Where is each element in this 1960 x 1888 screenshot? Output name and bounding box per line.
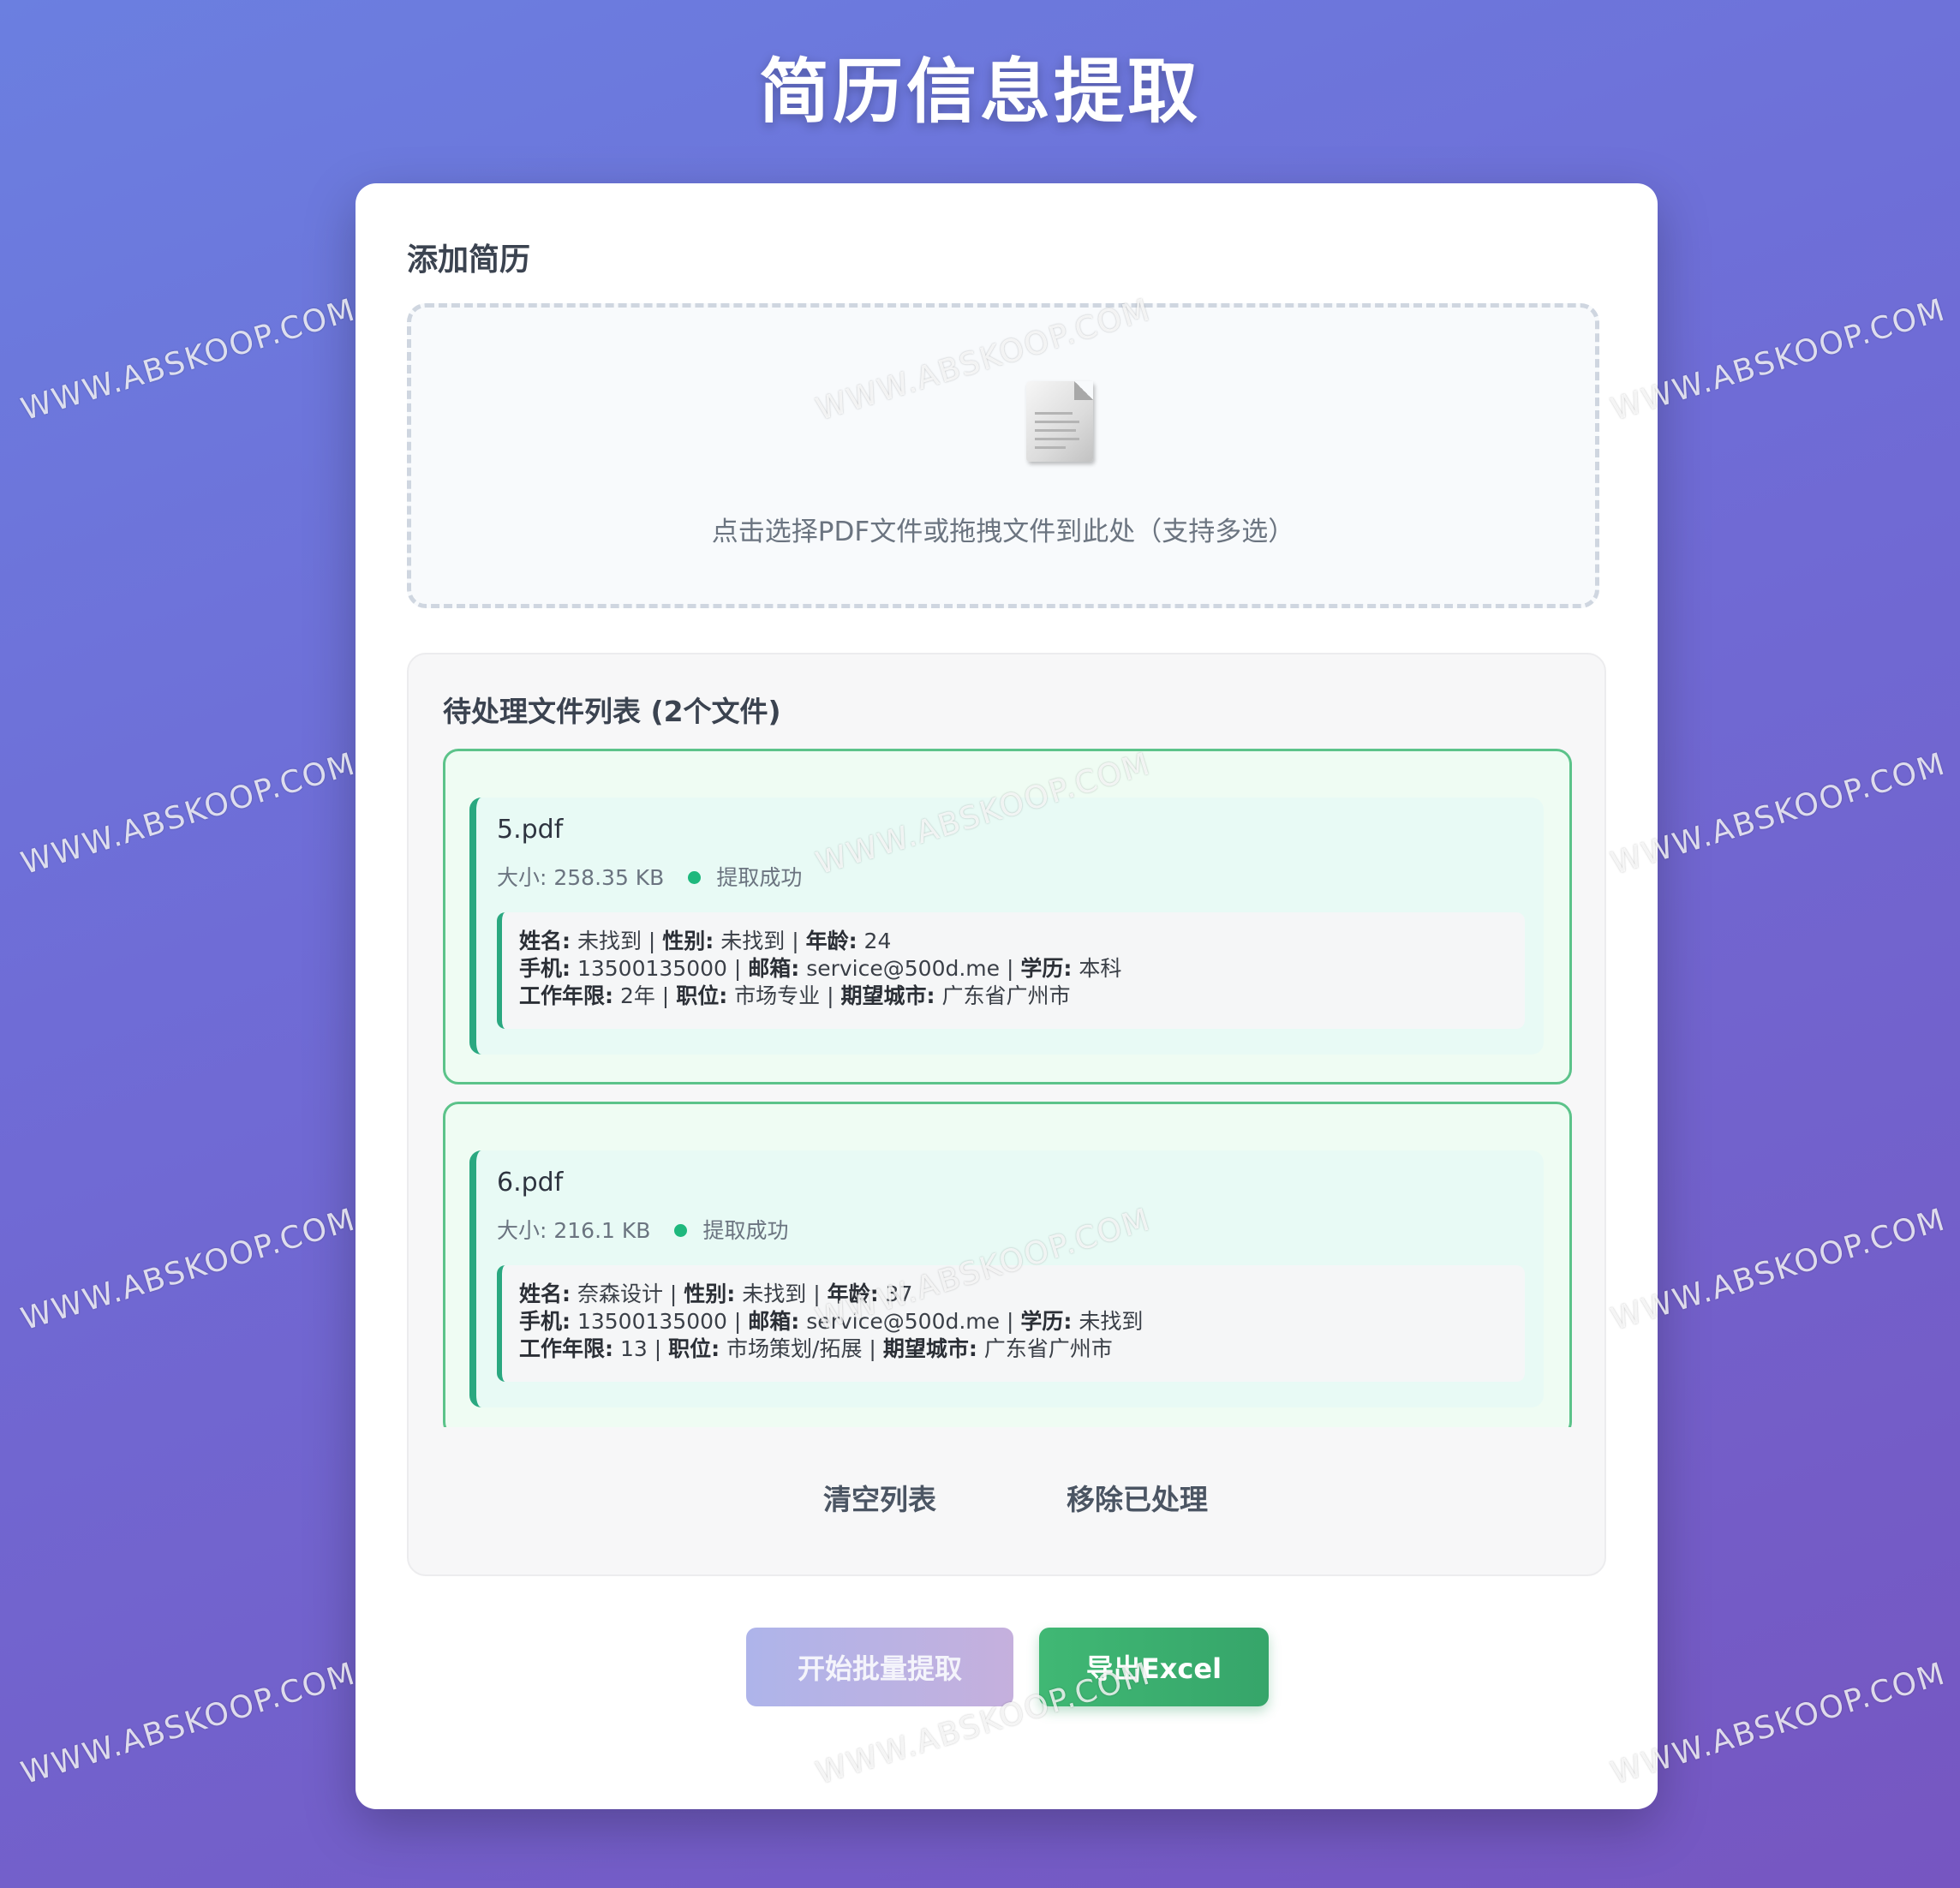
watermark: WWW.ABSKOOP.COM — [17, 1656, 361, 1792]
field-value: 市场策划/拓展 — [726, 1336, 863, 1361]
field-label: 工作年限: — [519, 983, 613, 1008]
file-name: 6.pdf — [497, 1168, 564, 1198]
page-title: 简历信息提取 — [758, 51, 1201, 133]
field-value: 24 — [863, 929, 892, 953]
field-label: 性别: — [662, 929, 714, 953]
field-value: 13 — [619, 1336, 648, 1361]
info-line: 手机: 13500135000 | 邮箱: service@500d.me | … — [519, 956, 1122, 981]
clear-list-button[interactable]: 清空列表 — [823, 1477, 936, 1518]
field-label: 性别: — [684, 1282, 736, 1306]
file-list-actions: 清空列表 移除已处理 — [409, 1477, 1604, 1528]
field-label: 邮箱: — [748, 1309, 800, 1334]
extracted-info: 姓名: 奈森设计 | 性别: 未找到 | 年龄: 37 手机: 13500135… — [497, 1265, 1525, 1382]
field-label: 邮箱: — [748, 956, 800, 981]
status-dot-icon — [688, 870, 702, 884]
field-value: 未找到 — [720, 929, 786, 953]
watermark: WWW.ABSKOOP.COM — [17, 746, 361, 882]
field-value: 本科 — [1079, 956, 1122, 981]
field-label: 手机: — [519, 1309, 571, 1334]
field-value: 13500135000 — [577, 956, 727, 981]
field-value: 2年 — [619, 983, 655, 1008]
file-meta: 大小: 216.1 KB 提取成功 — [497, 1214, 788, 1245]
file-status: 提取成功 — [702, 1218, 789, 1243]
field-label: 学历: — [1020, 956, 1073, 981]
main-card: 添加简历 点击选择PDF文件或拖拽文件到此处（支持多选） 待处理文件列表 (2个… — [356, 183, 1658, 1809]
file-dropzone[interactable]: 点击选择PDF文件或拖拽文件到此处（支持多选） — [407, 303, 1599, 608]
watermark: WWW.ABSKOOP.COM — [17, 292, 361, 428]
field-label: 期望城市: — [882, 1336, 977, 1361]
start-batch-extract-button[interactable]: 开始批量提取 — [746, 1628, 1013, 1706]
info-line: 姓名: 未找到 | 性别: 未找到 | 年龄: 24 — [519, 929, 892, 953]
field-value: 市场专业 — [734, 983, 821, 1008]
field-value: 未找到 — [1079, 1309, 1144, 1334]
file-item-content: 6.pdf 大小: 216.1 KB 提取成功 姓名: 奈森设计 | 性别: 未找… — [469, 1150, 1544, 1407]
export-excel-button[interactable]: 导出Excel — [1039, 1628, 1269, 1706]
watermark: WWW.ABSKOOP.COM — [1607, 1202, 1951, 1338]
file-item-content: 5.pdf 大小: 258.35 KB 提取成功 姓名: 未找到 | 性别: 未找… — [469, 798, 1544, 1055]
field-label: 期望城市: — [840, 983, 935, 1008]
extracted-info: 姓名: 未找到 | 性别: 未找到 | 年龄: 24 手机: 135001350… — [497, 912, 1525, 1029]
file-item[interactable]: 6.pdf 大小: 216.1 KB 提取成功 姓名: 奈森设计 | 性别: 未找… — [443, 1102, 1572, 1427]
file-list-title: 待处理文件列表 (2个文件) — [443, 695, 781, 728]
info-line: 工作年限: 2年 | 职位: 市场专业 | 期望城市: 广东省广州市 — [519, 983, 1071, 1008]
section-title-add-resume: 添加简历 — [407, 242, 531, 278]
field-label: 职位: — [668, 1336, 720, 1361]
field-value: 广东省广州市 — [941, 983, 1071, 1008]
file-meta: 大小: 258.35 KB 提取成功 — [497, 861, 802, 892]
watermark: WWW.ABSKOOP.COM — [17, 1202, 361, 1338]
field-label: 年龄: — [805, 929, 858, 953]
field-value: service@500d.me — [806, 1309, 1001, 1334]
file-size: 大小: 258.35 KB — [497, 865, 665, 890]
field-label: 学历: — [1020, 1309, 1073, 1334]
file-list-panel: 待处理文件列表 (2个文件) 5.pdf 大小: 258.35 KB 提取成功 姓… — [407, 653, 1606, 1576]
remove-processed-button[interactable]: 移除已处理 — [1067, 1477, 1208, 1518]
field-value: 广东省广州市 — [983, 1336, 1113, 1361]
field-label: 年龄: — [827, 1282, 879, 1306]
info-line: 工作年限: 13 | 职位: 市场策划/拓展 | 期望城市: 广东省广州市 — [519, 1336, 1113, 1361]
file-list-scroll[interactable]: 5.pdf 大小: 258.35 KB 提取成功 姓名: 未找到 | 性别: 未找… — [443, 749, 1572, 1427]
field-label: 工作年限: — [519, 1336, 613, 1361]
file-status: 提取成功 — [716, 865, 803, 890]
info-line: 姓名: 奈森设计 | 性别: 未找到 | 年龄: 37 — [519, 1282, 913, 1306]
field-label: 手机: — [519, 956, 571, 981]
field-label: 姓名: — [519, 929, 571, 953]
file-size: 大小: 216.1 KB — [497, 1218, 651, 1243]
field-label: 职位: — [676, 983, 728, 1008]
watermark: WWW.ABSKOOP.COM — [1607, 1656, 1951, 1792]
watermark: WWW.ABSKOOP.COM — [1607, 292, 1951, 428]
document-icon — [1026, 381, 1093, 462]
file-item[interactable]: 5.pdf 大小: 258.35 KB 提取成功 姓名: 未找到 | 性别: 未找… — [443, 749, 1572, 1084]
field-value: 奈森设计 — [577, 1282, 663, 1306]
field-value: 37 — [885, 1282, 913, 1306]
watermark: WWW.ABSKOOP.COM — [1607, 746, 1951, 882]
dropzone-hint: 点击选择PDF文件或拖拽文件到此处（支持多选） — [711, 517, 1295, 547]
field-value: 13500135000 — [577, 1309, 727, 1334]
field-label: 姓名: — [519, 1282, 571, 1306]
field-value: 未找到 — [742, 1282, 807, 1306]
field-value: service@500d.me — [806, 956, 1001, 981]
field-value: 未找到 — [577, 929, 642, 953]
status-dot-icon — [674, 1223, 688, 1237]
file-name: 5.pdf — [497, 815, 564, 845]
info-line: 手机: 13500135000 | 邮箱: service@500d.me | … — [519, 1309, 1144, 1334]
